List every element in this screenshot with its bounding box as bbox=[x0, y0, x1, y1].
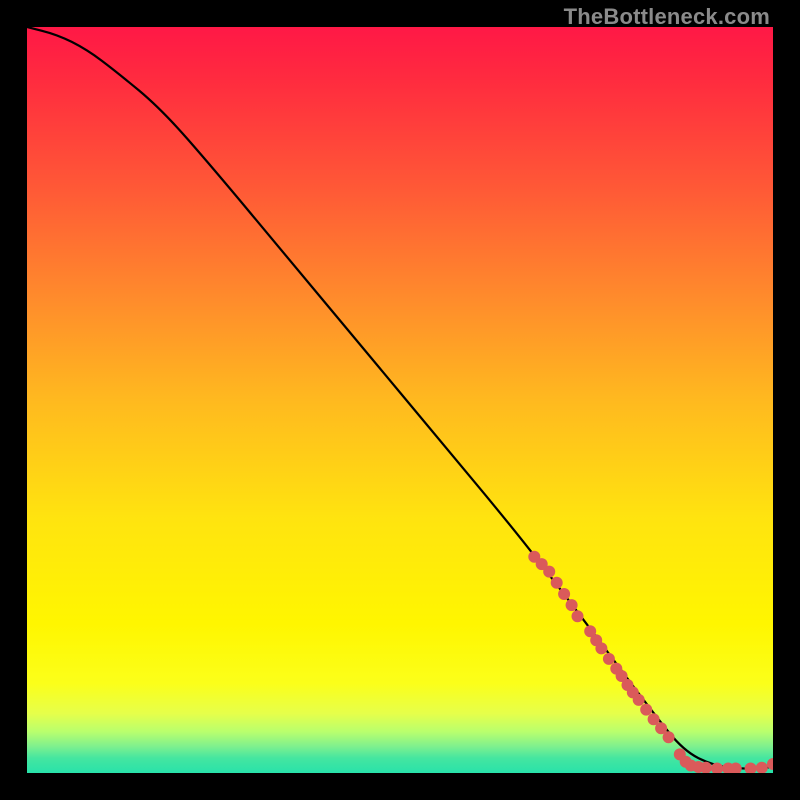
highlight-points-group bbox=[528, 551, 773, 773]
highlight-point bbox=[543, 566, 555, 578]
highlight-point bbox=[566, 599, 578, 611]
chart-svg bbox=[27, 27, 773, 773]
highlight-point bbox=[595, 642, 607, 654]
highlight-point bbox=[572, 610, 584, 622]
highlight-point bbox=[551, 577, 563, 589]
fit-curve bbox=[27, 27, 773, 769]
plot-area bbox=[27, 27, 773, 773]
highlight-point bbox=[640, 704, 652, 716]
highlight-point bbox=[603, 653, 615, 665]
highlight-point bbox=[745, 763, 757, 774]
chart-container: TheBottleneck.com bbox=[0, 0, 800, 800]
highlight-point bbox=[633, 694, 645, 706]
highlight-point bbox=[558, 588, 570, 600]
watermark-text: TheBottleneck.com bbox=[564, 4, 770, 30]
highlight-point bbox=[756, 762, 768, 773]
highlight-point bbox=[663, 731, 675, 743]
